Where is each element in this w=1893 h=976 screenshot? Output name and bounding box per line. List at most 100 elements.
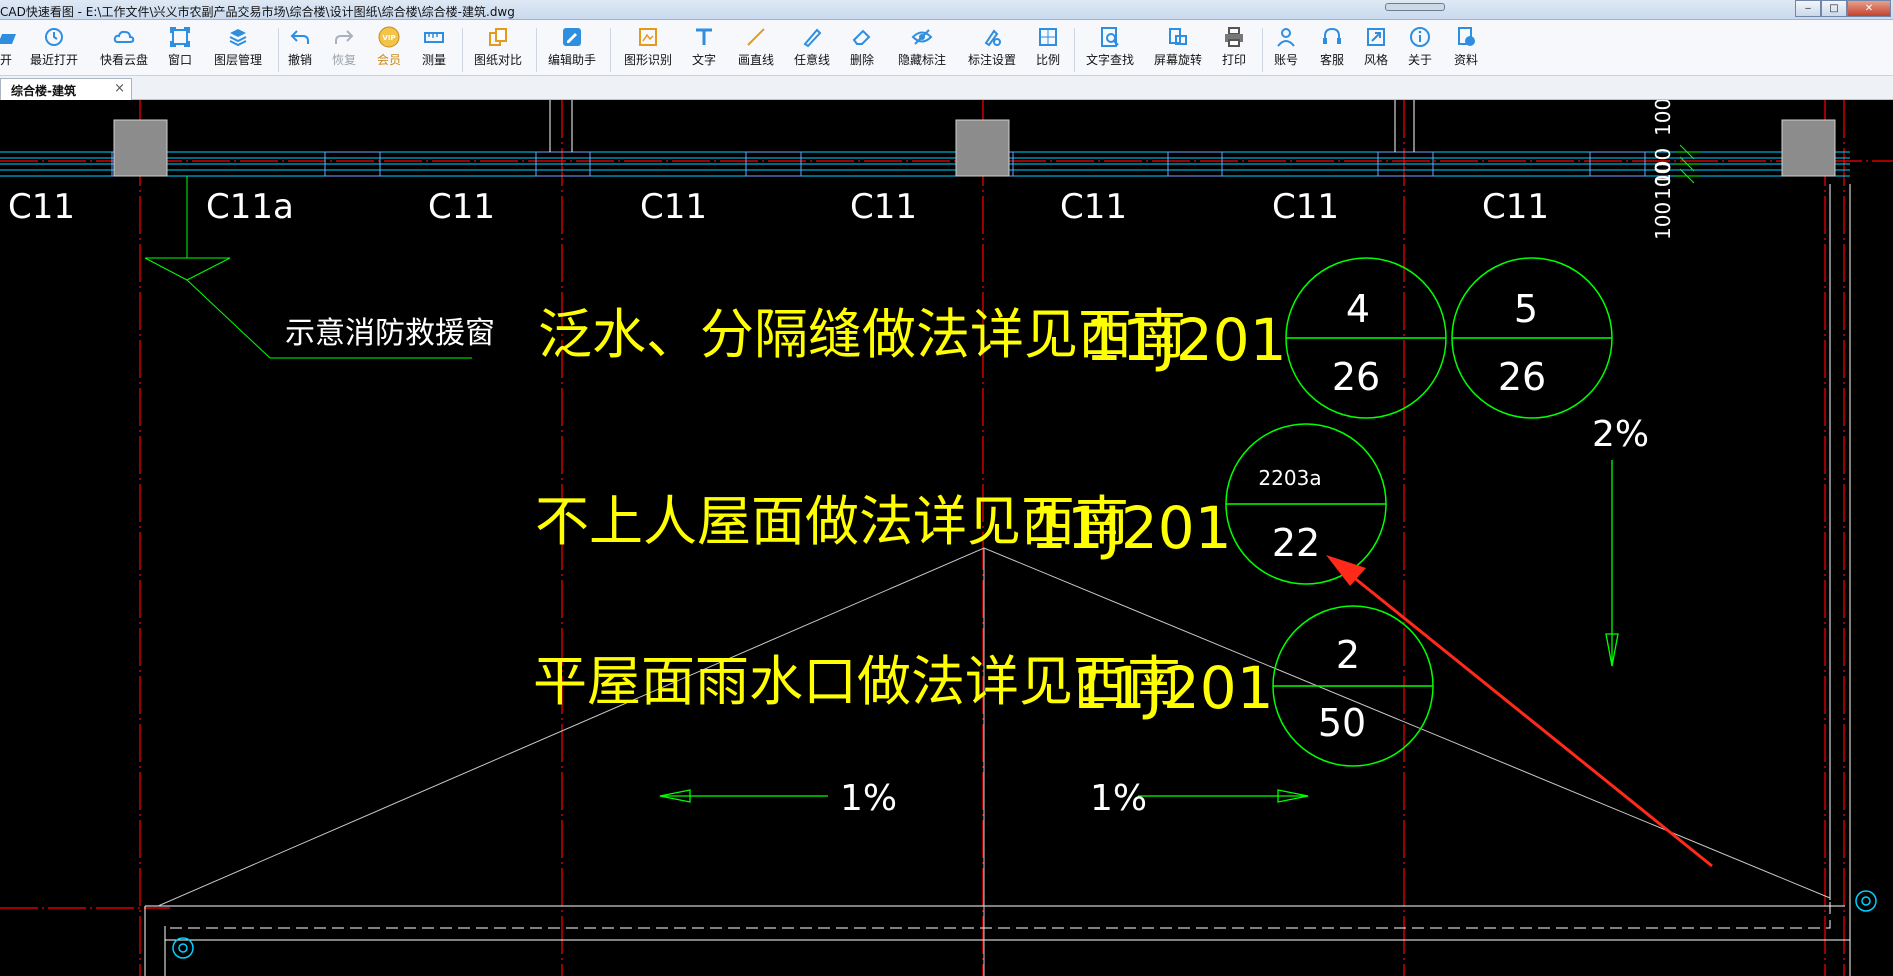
toolbar-line-button[interactable]: 画直线 [736, 26, 776, 74]
slope-labels: 2% 1% 1% [840, 414, 1649, 819]
note-code: 11J201 [1085, 306, 1287, 374]
note-code: 11J201 [1030, 494, 1232, 562]
recent-icon [45, 28, 63, 46]
text-icon [696, 28, 712, 45]
window-label: C11 [1482, 187, 1549, 227]
toolbar-account-label: 账号 [1273, 53, 1298, 67]
tab-label: 综合楼-建筑 [11, 84, 76, 98]
detail-symbol-top: 4 [1346, 287, 1370, 331]
dimension-labels: 100 100 100 100 [1651, 100, 1675, 240]
close-button[interactable]: ✕ [1847, 0, 1891, 17]
toolbar-layers-button[interactable]: 图层管理 [210, 26, 266, 74]
support-icon [1323, 27, 1341, 44]
account-icon [1277, 28, 1295, 47]
print-icon [1225, 27, 1243, 47]
toolbar-print-label: 打印 [1221, 53, 1246, 67]
redo-icon [335, 30, 354, 44]
toolbar-vip-label: 会员 [376, 53, 401, 67]
detail-symbol-bottom: 22 [1272, 521, 1320, 565]
toolbar-compare-button[interactable]: 图纸对比 [470, 26, 526, 74]
notes: 泛水、分隔缝做法详见西南 11J201 不上人屋面做法详见西南 11J201 平… [533, 303, 1287, 722]
toolbar-delete-button[interactable]: 删除 [848, 26, 876, 74]
toolbar-edit-assistant-button[interactable]: 编辑助手 [544, 26, 600, 74]
detail-symbol-bottom: 26 [1498, 355, 1546, 399]
toolbar-undo-button[interactable]: 撤销 [286, 26, 314, 74]
toolbar-separator [536, 28, 537, 72]
window-controls: ‒ □ ✕ [1795, 0, 1891, 18]
toolbar-compare-label: 图纸对比 [473, 53, 522, 67]
slope-label: 2% [1592, 414, 1649, 455]
tab-drawing[interactable]: 综合楼-建筑 × [0, 78, 132, 100]
minimize-button[interactable]: ‒ [1795, 0, 1821, 17]
toolbar-print-button[interactable]: 打印 [1220, 26, 1248, 74]
title-bar: CAD快速看图 - E:\工作文件\兴义市农副产品交易市场\综合楼\设计图纸\综… [0, 0, 1893, 20]
toolbar-measure-button[interactable]: 测量 [420, 26, 448, 74]
toolbar-freehand-button[interactable]: 任意线 [792, 26, 832, 74]
toolbar-cloud-button[interactable]: 快看云盘 [96, 26, 152, 74]
window-icon [170, 27, 190, 47]
title-progress-indicator [1385, 3, 1445, 11]
toolbar-recent-button[interactable]: 最近打开 [26, 26, 82, 74]
toolbar-scale-button[interactable]: 比例 [1034, 26, 1062, 74]
measure-icon [424, 32, 444, 43]
callout-text: 示意消防救援窗 [285, 316, 495, 351]
toolbar-text-search-button[interactable]: 文字查找 [1082, 26, 1138, 74]
note-code: 11J201 [1072, 654, 1274, 722]
toolbar-window-button[interactable]: 窗口 [164, 26, 196, 74]
toolbar-about-button[interactable]: 关于 [1406, 26, 1434, 74]
toolbar-support-button[interactable]: 客服 [1318, 26, 1346, 74]
window-labels: C11 C11a C11 C11 C11 C11 C11 C11 [8, 187, 1549, 227]
toolbar-style-label: 风格 [1363, 53, 1388, 67]
toolbar-cloud-label: 快看云盘 [99, 53, 148, 67]
window-label: C11 [850, 187, 917, 227]
detail-symbol-bottom: 50 [1318, 701, 1366, 745]
slope-label: 1% [840, 778, 897, 819]
freehand-icon [803, 28, 822, 48]
toolbar-rotate-screen-label: 屏幕旋转 [1153, 53, 1202, 67]
toolbar-style-button[interactable]: 风格 [1362, 26, 1390, 74]
slope-label: 1% [1090, 778, 1147, 819]
toolbar-separator [610, 28, 611, 72]
open-icon [0, 34, 16, 44]
toolbar-open-label: 开 [0, 53, 12, 67]
toolbar-hide-annotation-label: 隐藏标注 [897, 53, 946, 67]
toolbar-edit-assistant-label: 编辑助手 [547, 53, 596, 67]
window-label: C11 [1060, 187, 1127, 227]
toolbar-rotate-screen-button[interactable]: 屏幕旋转 [1150, 26, 1206, 74]
toolbar-delete-label: 删除 [849, 53, 874, 67]
compare-icon [489, 28, 507, 46]
toolbar-redo-button[interactable]: 恢复 [330, 26, 358, 74]
toolbar-shape-recognition-label: 图形识别 [623, 53, 672, 67]
annotation-settings-icon [984, 29, 1001, 47]
cad-viewer-app: CAD快速看图 - E:\工作文件\兴义市农副产品交易市场\综合楼\设计图纸\综… [0, 0, 1893, 976]
toolbar-shape-recognition-button[interactable]: 图形识别 [620, 26, 676, 74]
main-toolbar: 开 最近打开 快看云盘 窗口 图层管理 撤销 恢复 VIP 会员 测量 图纸对比… [0, 20, 1893, 76]
toolbar-separator [462, 28, 463, 72]
toolbar-freehand-label: 任意线 [793, 53, 830, 67]
cad-drawing[interactable]: C11 C11a C11 C11 C11 C11 C11 C11 100 100… [0, 100, 1893, 976]
dimension-label: 100 [1651, 162, 1675, 200]
toolbar-separator [278, 28, 279, 72]
structural-columns [113, 119, 1836, 177]
tab-close-icon[interactable]: × [114, 81, 125, 96]
toolbar-about-label: 关于 [1407, 53, 1432, 67]
text-search-icon [1101, 27, 1119, 47]
layers-icon [229, 29, 247, 47]
window-label: C11 [640, 187, 707, 227]
toolbar-documents-button[interactable]: 资料 [1452, 26, 1480, 74]
toolbar-documents-label: 资料 [1453, 53, 1478, 67]
toolbar-open-button[interactable]: 开 [0, 26, 16, 74]
maximize-button[interactable]: □ [1821, 0, 1847, 17]
window-label: C11 [1272, 187, 1339, 227]
drawing-canvas[interactable]: C11 C11a C11 C11 C11 C11 C11 C11 100 100… [0, 100, 1893, 976]
toolbar-window-label: 窗口 [167, 53, 192, 67]
toolbar-annotation-settings-button[interactable]: 标注设置 [964, 26, 1020, 74]
toolbar-text-button[interactable]: 文字 [690, 26, 718, 74]
toolbar-hide-annotation-button[interactable]: 隐藏标注 [894, 26, 950, 74]
toolbar-vip-button[interactable]: VIP 会员 [374, 26, 404, 74]
toolbar-line-label: 画直线 [737, 53, 774, 67]
toolbar-text-search-label: 文字查找 [1085, 53, 1134, 67]
toolbar-undo-label: 撤销 [287, 53, 312, 67]
toolbar-account-button[interactable]: 账号 [1272, 26, 1300, 74]
edit-assistant-icon [563, 28, 581, 46]
